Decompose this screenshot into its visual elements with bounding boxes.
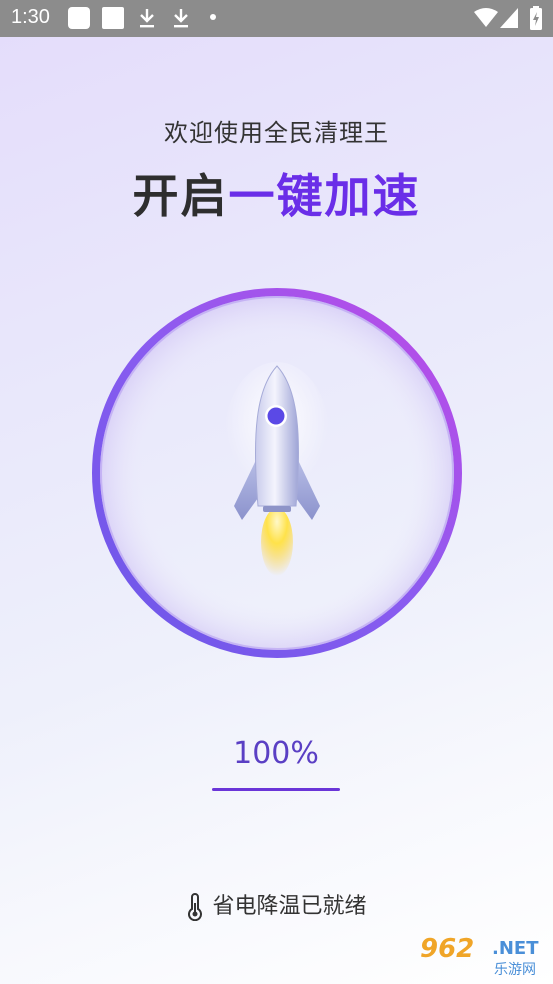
thermometer-icon (188, 893, 203, 921)
page-title: 开启一键加速 (0, 160, 553, 226)
download-icon (140, 9, 154, 28)
status-bar: 1:30 (0, 0, 553, 37)
ready-status: 省电降温已就绪 (0, 888, 553, 921)
progress-percent: 100% (233, 736, 319, 771)
download-icon (174, 9, 188, 28)
watermark-logo: 962 .NET 乐游网 (414, 934, 549, 980)
app-square-icon (68, 7, 90, 29)
watermark-number: 962 (420, 934, 475, 964)
welcome-text: 欢迎使用全民清理王 (164, 119, 389, 147)
ready-status-text: 省电降温已就绪 (212, 894, 367, 919)
wifi-icon (474, 8, 498, 27)
battery-icon (530, 6, 542, 30)
dot-icon (210, 14, 216, 20)
watermark-suffix: .NET (492, 938, 539, 959)
signal-icon (500, 8, 518, 28)
progress-underline (212, 788, 340, 791)
boost-button[interactable] (88, 284, 466, 662)
app-square-icon (102, 7, 124, 29)
title-accent: 一键加速 (228, 169, 421, 223)
status-time: 1:30 (11, 6, 50, 28)
title-plain: 开启 (132, 169, 229, 223)
watermark-site-name: 乐游网 (494, 962, 536, 978)
